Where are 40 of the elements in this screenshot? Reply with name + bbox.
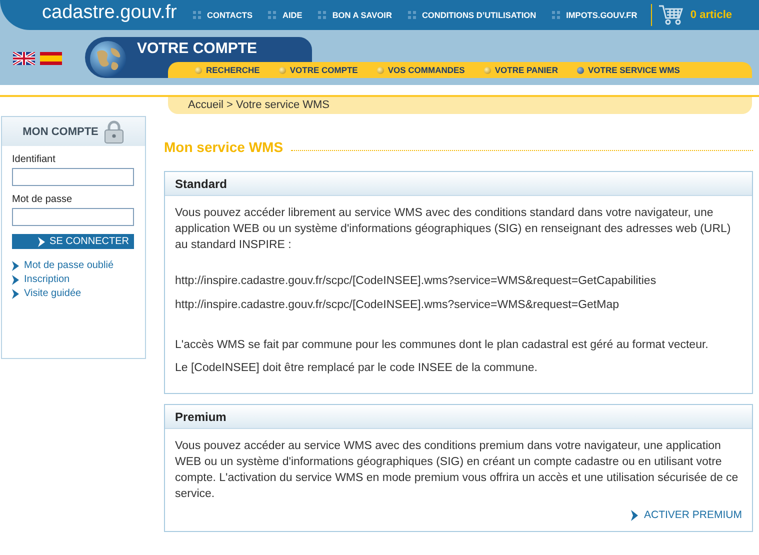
top-menu-link[interactable]: IMPOTS.GOUV.FR [552, 10, 638, 20]
panel-title: Premium [175, 410, 226, 424]
url-text: http://inspire.cadastre.gouv.fr/scpc/[CodeINSEE].wms?service=WMS&request=GetMap [175, 298, 620, 313]
globe-icon [89, 40, 127, 78]
page-title: Mon service WMS [164, 139, 284, 155]
padlock-icon [104, 120, 124, 144]
site-logo[interactable]: cadastre.gouv.fr [0, 0, 185, 30]
uk-flag-icon[interactable] [13, 52, 35, 65]
activate-link[interactable]: ACTIVER PREMIUM [630, 509, 742, 521]
nav-tab[interactable]: VOS COMMANDES [376, 65, 465, 75]
breadcrumb[interactable]: Accueil > Votre service WMS [168, 97, 752, 114]
spain-flag-icon[interactable] [40, 52, 62, 65]
panel-title: Standard [175, 176, 228, 190]
login-title: MON COMPTE [22, 126, 98, 138]
top-menu-link[interactable]: CONTACTS [193, 10, 252, 20]
nav-tab[interactable]: VOTRE COMPTE [278, 65, 358, 75]
paragraph: L'accès WMS se fait par commune pour les communes dont le plan cadastral est géré au format vecteur. [175, 338, 710, 353]
chevron-icon [36, 236, 46, 246]
sidebar-link[interactable]: Inscription [12, 273, 135, 287]
paragraph: Vous pouvez accéder au service WMS avec des conditions premium dans votre navigateur, une application WEB ou un système d'informations géographiques (SIG) en créant un compte cadastre ou en utilisant votre compte. L'activation du service WMS en mode premium vous offrira un accès et une utilisation sécurisée de ce service. [175, 439, 740, 502]
nav-tab[interactable]: VOTRE SERVICE WMS [576, 65, 680, 75]
url-text: http://inspire.cadastre.gouv.fr/scpc/[CodeINSEE].wms?service=WMS&request=GetCapabilities [175, 274, 658, 289]
login-button[interactable]: SE CONNECTER [12, 234, 134, 249]
top-menu-link[interactable]: BON A SAVOIR [318, 10, 392, 20]
paragraph: Le [CodeINSEE] doit être remplacé par le code INSEE de la commune. [175, 361, 538, 376]
top-menu-link[interactable]: AIDE [268, 10, 302, 20]
top-menu-link[interactable]: CONDITIONS D’UTILISATION [408, 10, 536, 20]
sidebar-link[interactable]: Mot de passe oublié [12, 259, 135, 273]
field-label: Mot de passe [12, 194, 74, 205]
input-field[interactable] [12, 208, 134, 226]
sidebar-link[interactable]: Visite guidée [12, 287, 135, 301]
chevron-icon [630, 510, 639, 520]
nav-tab[interactable]: VOTRE PANIER [484, 65, 558, 75]
nav-tab[interactable]: RECHERCHE [195, 65, 260, 75]
cart-icon[interactable] [658, 4, 684, 26]
cart-count[interactable]: 0 article [690, 9, 732, 21]
field-label: Identifiant [12, 154, 56, 165]
input-field[interactable] [12, 168, 134, 186]
section-title: VOTRE COMPTE [136, 39, 258, 59]
paragraph: Vous pouvez accéder librement au service WMS avec des conditions standard dans votre navigateur, une application WEB ou un système d'informations géographiques (SIG) en renseignant des adresses web (URL) au standard INSPIRE : [175, 206, 732, 253]
